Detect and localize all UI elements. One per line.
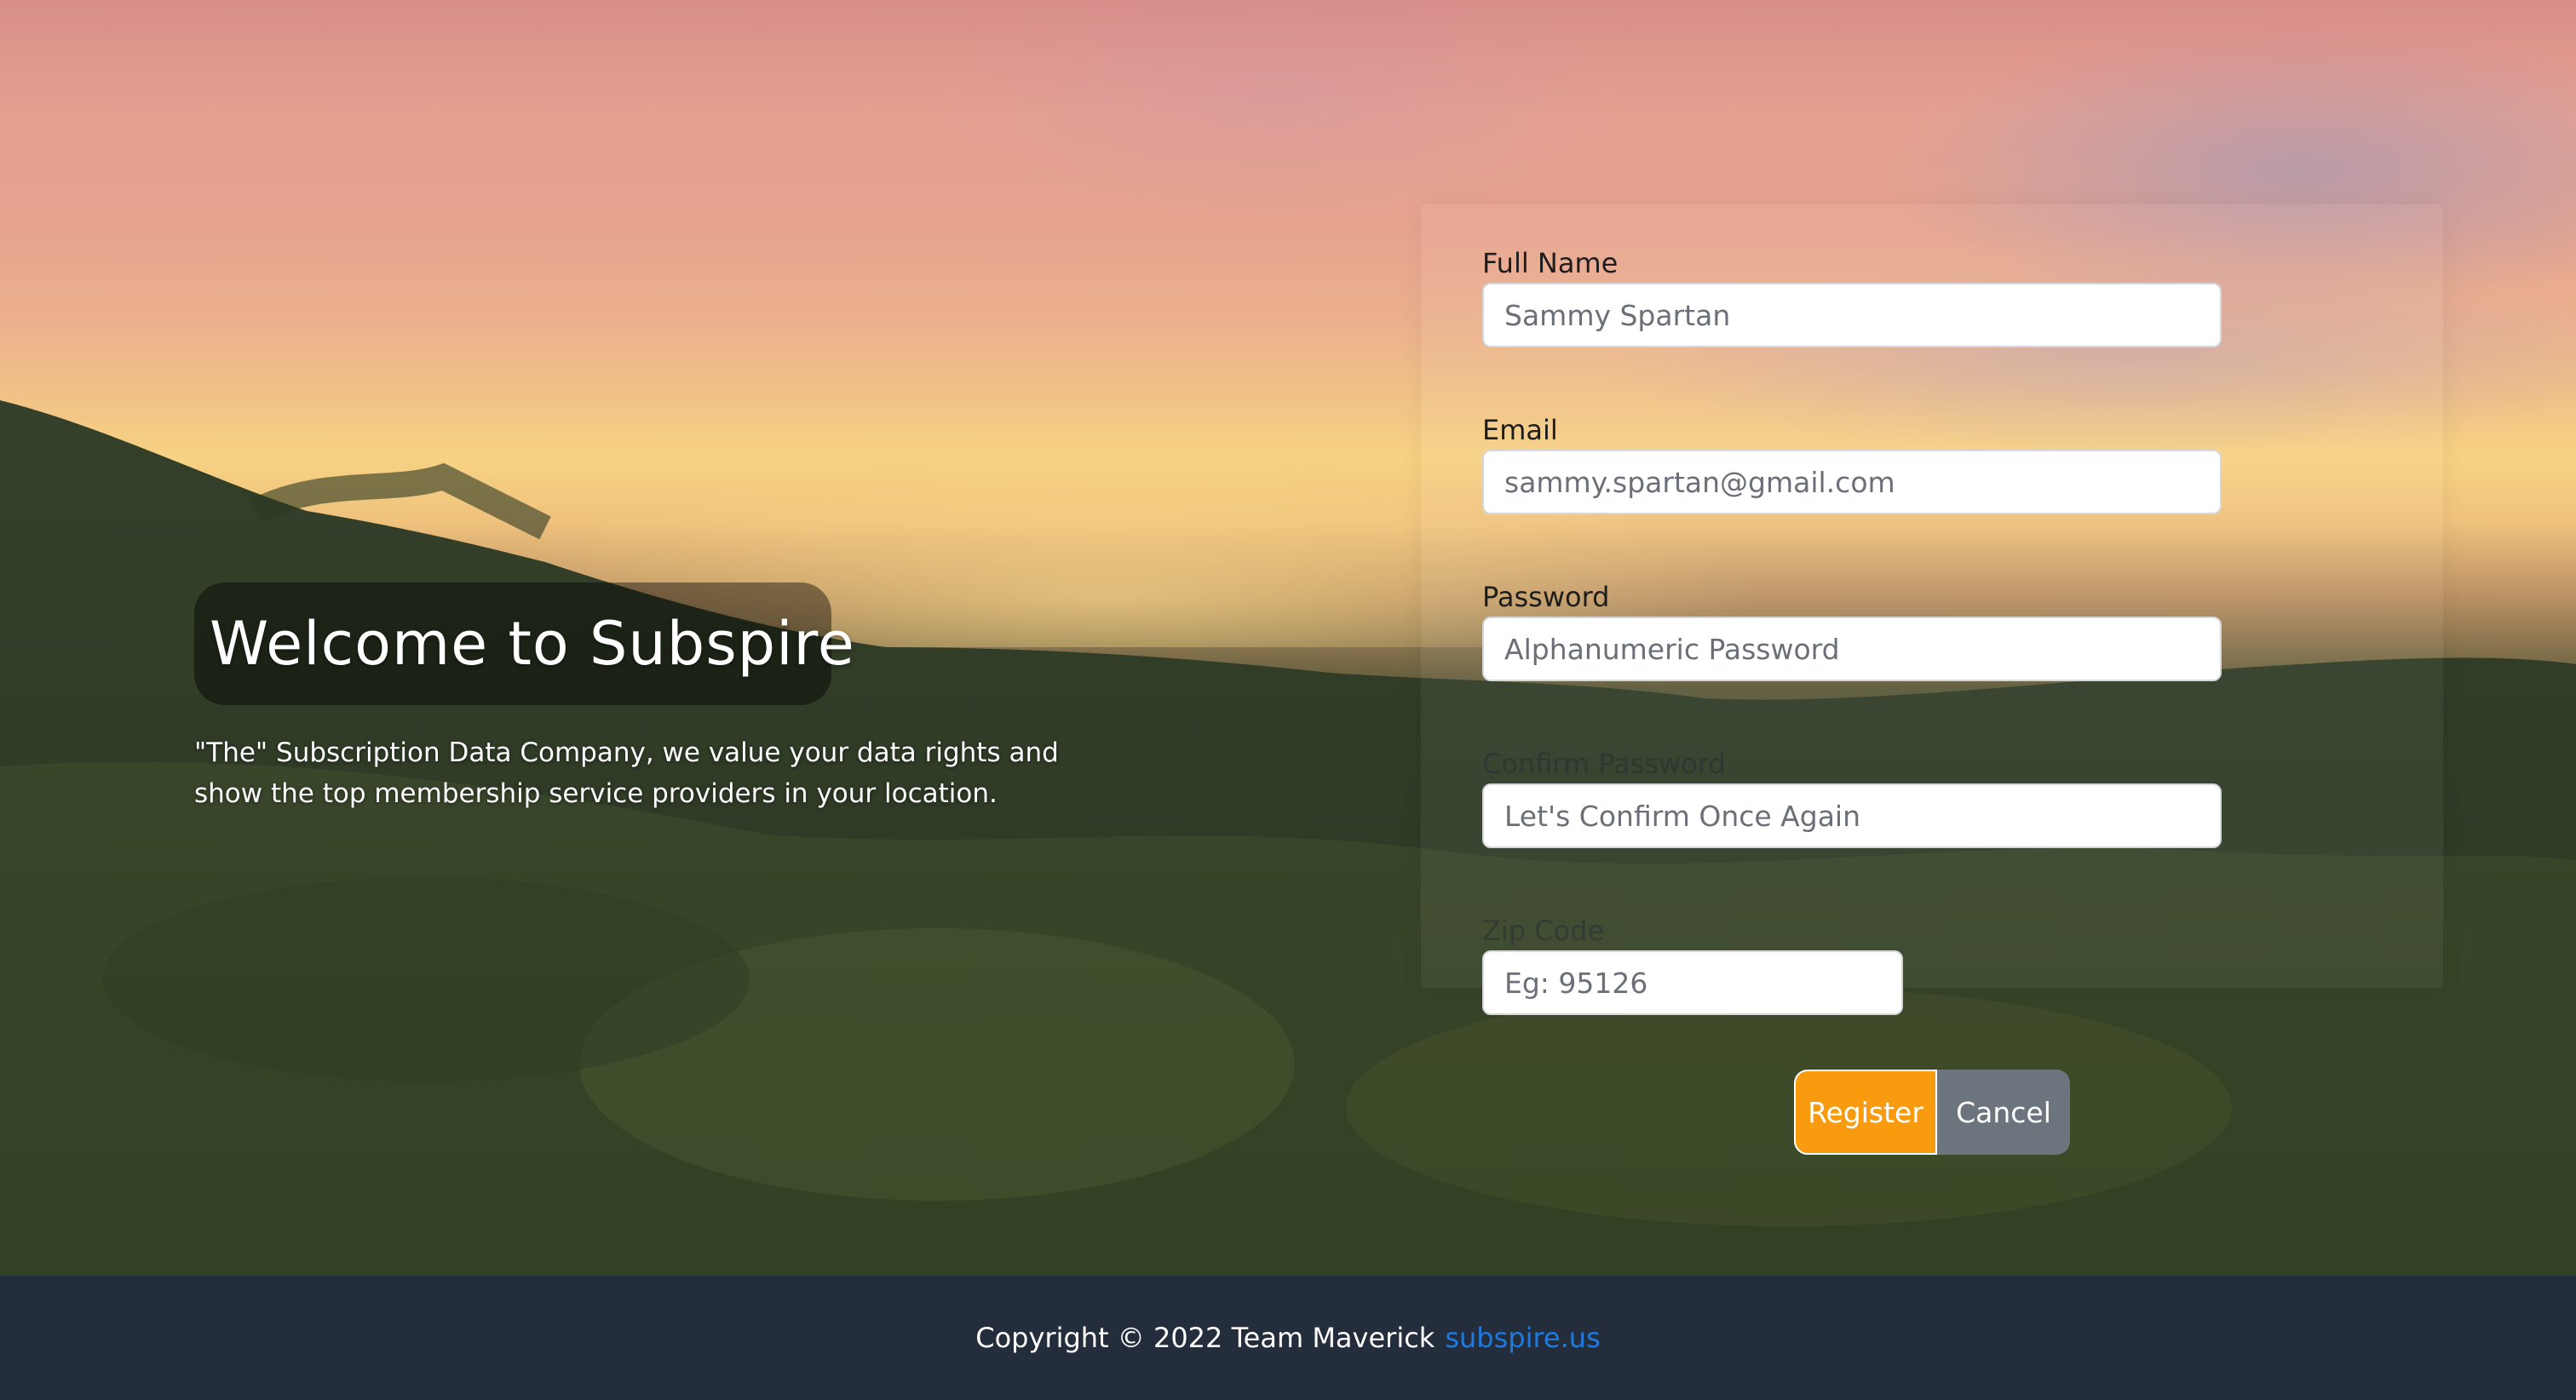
- full-name-input[interactable]: [1482, 283, 2222, 347]
- confirm-password-label: Confirm Password: [1482, 748, 1726, 780]
- zip-code-input[interactable]: [1482, 950, 1903, 1015]
- registration-page: Welcome to Subspire "The" Subscription D…: [0, 0, 2576, 1400]
- register-button[interactable]: Register: [1794, 1070, 1937, 1155]
- copyright-text: Copyright © 2022 Team Maverick: [975, 1322, 1435, 1354]
- full-name-label: Full Name: [1482, 247, 1619, 279]
- cancel-button[interactable]: Cancel: [1937, 1070, 2070, 1155]
- email-input[interactable]: [1482, 450, 2222, 514]
- footer: Copyright © 2022 Team Maverick subspire.…: [0, 1276, 2576, 1400]
- email-label: Email: [1482, 414, 1558, 446]
- tagline-text: "The" Subscription Data Company, we valu…: [194, 737, 1059, 809]
- zip-code-label: Zip Code: [1482, 915, 1605, 947]
- confirm-password-input[interactable]: [1482, 783, 2222, 848]
- welcome-title: Welcome to Subspire: [194, 582, 854, 705]
- password-input[interactable]: [1482, 617, 2222, 681]
- subspire-link[interactable]: subspire.us: [1445, 1322, 1600, 1354]
- password-label: Password: [1482, 581, 1610, 613]
